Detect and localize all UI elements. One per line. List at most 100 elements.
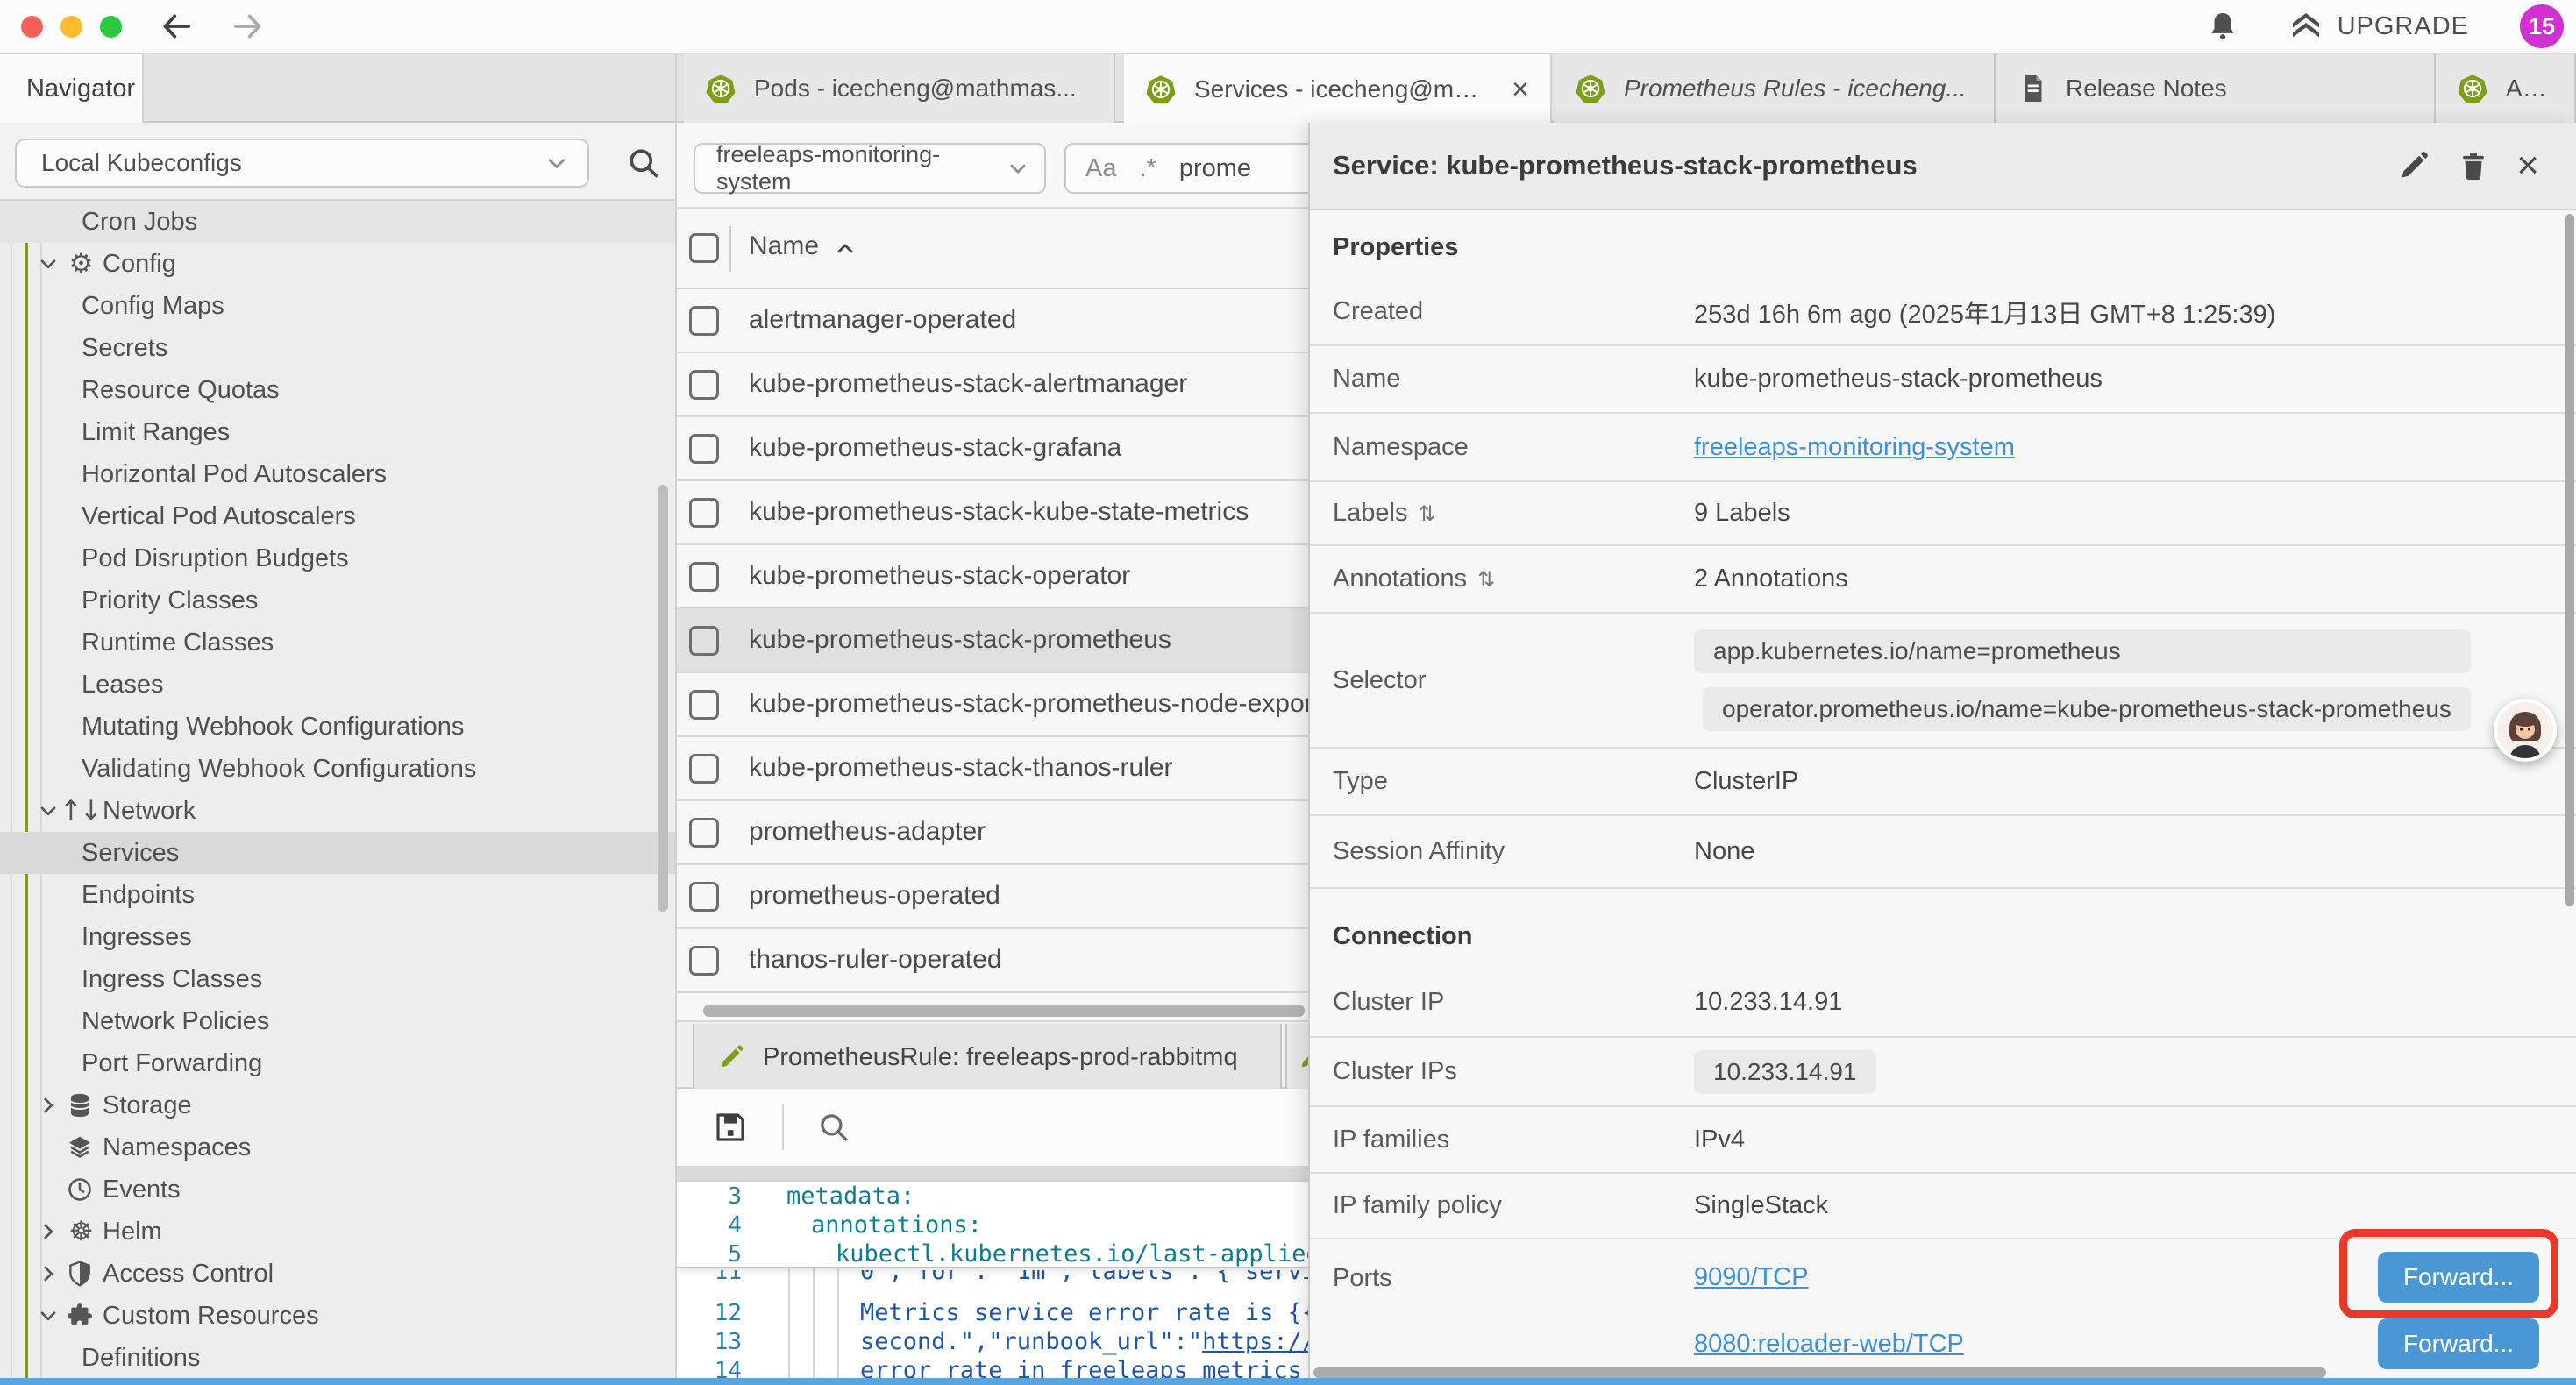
sort-ascending-icon[interactable]: [833, 237, 857, 261]
table-row-prometheus-operated[interactable]: prometheus-operated: [677, 865, 1308, 929]
tab-services[interactable]: Services - icecheng@math...×: [1124, 54, 1552, 124]
search-icon[interactable]: [624, 144, 663, 182]
sidebar-item-limit-ranges[interactable]: Limit Ranges: [0, 411, 675, 453]
sidebar-item-services[interactable]: Services: [0, 832, 675, 874]
sidebar-item-secrets[interactable]: Secrets: [0, 327, 675, 369]
navigator-panel-tab[interactable]: Navigator: [0, 54, 144, 123]
notifications-bell-icon[interactable]: [2206, 10, 2239, 43]
tab-pods[interactable]: Pods - icecheng@mathmas...: [684, 54, 1115, 123]
sidebar-item-helm[interactable]: ☸Helm: [0, 1211, 675, 1253]
row-checkbox[interactable]: [689, 946, 719, 976]
forward-arrow-icon[interactable]: [231, 9, 266, 44]
tab-argo[interactable]: Argo Se: [2436, 54, 2576, 123]
yaml-editor[interactable]: 3metadata:4annotations:5kubectl.kubernet…: [677, 1182, 1308, 1378]
detail-vertical-scrollbar[interactable]: [2565, 214, 2574, 906]
match-case-toggle[interactable]: Aa: [1085, 154, 1116, 183]
row-checkbox[interactable]: [689, 818, 719, 848]
table-row-kube-prometheus-stack-prometheus[interactable]: kube-prometheus-stack-prometheus: [677, 609, 1308, 673]
row-checkbox[interactable]: [689, 882, 719, 912]
table-row-kube-prometheus-stack-kube-state-metrics[interactable]: kube-prometheus-stack-kube-state-metrics: [677, 481, 1308, 545]
tab-release[interactable]: Release Notes: [1996, 54, 2436, 123]
row-value: ClusterIP: [1694, 767, 1798, 796]
sidebar-item-endpoints[interactable]: Endpoints: [0, 874, 675, 916]
save-icon[interactable]: [712, 1109, 749, 1146]
name-column-header[interactable]: Name: [749, 231, 819, 261]
sidebar-item-config[interactable]: ⚙Config: [0, 243, 675, 285]
back-arrow-icon[interactable]: [159, 9, 194, 44]
sidebar-item-cron-jobs[interactable]: Cron Jobs: [0, 201, 675, 243]
delete-trash-icon[interactable]: [2457, 149, 2490, 182]
sidebar-item-namespaces[interactable]: Namespaces: [0, 1126, 675, 1168]
sidebar-item-custom-resources[interactable]: Custom Resources: [0, 1295, 675, 1337]
upgrade-button[interactable]: UPGRADE: [2288, 9, 2469, 44]
table-row-alertmanager-operated[interactable]: alertmanager-operated: [677, 289, 1308, 353]
regex-toggle[interactable]: .*: [1139, 154, 1156, 183]
close-tab-icon[interactable]: ×: [1512, 73, 1529, 107]
kubeconfig-select[interactable]: Local Kubeconfigs: [15, 138, 589, 188]
detail-horizontal-scrollbar[interactable]: [1313, 1367, 2326, 1378]
row-checkbox[interactable]: [689, 562, 719, 592]
sidebar-item-vertical-pod-autoscalers[interactable]: Vertical Pod Autoscalers: [0, 495, 675, 537]
minimize-window-button[interactable]: [60, 16, 82, 38]
editor-scroll-strip[interactable]: [677, 1166, 1308, 1182]
namespace-select[interactable]: freeleaps-monitoring-system: [694, 143, 1046, 194]
select-all-checkbox[interactable]: [689, 233, 719, 263]
row-checkbox[interactable]: [689, 626, 719, 656]
table-row-prometheus-adapter[interactable]: prometheus-adapter: [677, 801, 1308, 865]
sidebar-scrollbar[interactable]: [658, 485, 668, 912]
sidebar-item-events[interactable]: Events: [0, 1168, 675, 1211]
sidebar-item-priority-classes[interactable]: Priority Classes: [0, 579, 675, 621]
sidebar-item-leases[interactable]: Leases: [0, 664, 675, 706]
row-checkbox[interactable]: [689, 690, 719, 720]
sidebar-item-pod-disruption-budgets[interactable]: Pod Disruption Budgets: [0, 537, 675, 579]
sidebar-item-config-maps[interactable]: Config Maps: [0, 285, 675, 327]
list-horizontal-scrollbar[interactable]: [703, 1005, 1305, 1017]
header-divider: [729, 226, 731, 272]
sort-updown-icon[interactable]: ⇅: [1418, 501, 1435, 526]
table-row-kube-prometheus-stack-thanos-ruler[interactable]: kube-prometheus-stack-thanos-ruler: [677, 737, 1308, 801]
sidebar-item-port-forwarding[interactable]: Port Forwarding: [0, 1042, 675, 1084]
sidebar-item-mutating-webhook-configurations[interactable]: Mutating Webhook Configurations: [0, 706, 675, 748]
table-row-kube-prometheus-stack-prometheus-node-exporter[interactable]: kube-prometheus-stack-prometheus-node-ex…: [677, 673, 1308, 737]
sidebar-item-network[interactable]: ↑↓Network: [0, 790, 675, 832]
sidebar-item-storage[interactable]: Storage: [0, 1084, 675, 1126]
sidebar-item-ingress-classes[interactable]: Ingress Classes: [0, 958, 675, 1000]
table-row-thanos-ruler-operated[interactable]: thanos-ruler-operated: [677, 929, 1308, 993]
list-search-input[interactable]: Aa .* prome: [1064, 143, 1308, 194]
notification-count-badge[interactable]: 15: [2520, 4, 2564, 48]
table-row-kube-prometheus-stack-grafana[interactable]: kube-prometheus-stack-grafana: [677, 417, 1308, 481]
sidebar-item-ingresses[interactable]: Ingresses: [0, 916, 675, 958]
port-link[interactable]: 9090/TCP: [1694, 1263, 1809, 1292]
row-checkbox[interactable]: [689, 306, 719, 336]
row-checkbox[interactable]: [689, 434, 719, 464]
table-row-kube-prometheus-stack-operator[interactable]: kube-prometheus-stack-operator: [677, 545, 1308, 609]
row-checkbox[interactable]: [689, 370, 719, 400]
sidebar-item-horizontal-pod-autoscalers[interactable]: Horizontal Pod Autoscalers: [0, 453, 675, 495]
sidebar-item-resource-quotas[interactable]: Resource Quotas: [0, 369, 675, 411]
edit-pencil-icon[interactable]: [2397, 149, 2430, 182]
sidebar-item-access-control[interactable]: Access Control: [0, 1253, 675, 1295]
namespace-link[interactable]: freeleaps-monitoring-system: [1694, 433, 2015, 462]
sidebar-item-label: Custom Resources: [103, 1302, 319, 1331]
row-checkbox[interactable]: [689, 498, 719, 528]
forward-button[interactable]: Forward...: [2378, 1252, 2539, 1303]
row-checkbox[interactable]: [689, 754, 719, 784]
sidebar-item-label: Config Maps: [82, 292, 224, 321]
sort-updown-icon[interactable]: ⇅: [1477, 567, 1495, 592]
sidebar-item-definitions[interactable]: Definitions: [0, 1337, 675, 1378]
sidebar-item-validating-webhook-configurations[interactable]: Validating Webhook Configurations: [0, 748, 675, 790]
avatar[interactable]: [2494, 699, 2557, 762]
editor-tab-next-partial[interactable]: [1285, 1024, 1308, 1090]
sidebar-item-runtime-classes[interactable]: Runtime Classes: [0, 621, 675, 664]
table-row-kube-prometheus-stack-alertmanager[interactable]: kube-prometheus-stack-alertmanager: [677, 353, 1308, 417]
maximize-window-button[interactable]: [100, 16, 122, 38]
tab-prometheus[interactable]: Prometheus Rules - icecheng...: [1554, 54, 1996, 123]
forward-button[interactable]: Forward...: [2378, 1318, 2539, 1369]
editor-search-icon[interactable]: [815, 1109, 852, 1146]
close-window-button[interactable]: [21, 16, 43, 38]
sidebar-item-label: Leases: [82, 671, 164, 700]
editor-tab-prometheusrule[interactable]: PrometheusRule: freeleaps-prod-rabbitmq: [693, 1024, 1282, 1090]
port-link[interactable]: 8080:reloader-web/TCP: [1694, 1330, 1964, 1359]
close-icon[interactable]: ×: [2516, 149, 2539, 182]
sidebar-item-network-policies[interactable]: Network Policies: [0, 1000, 675, 1042]
